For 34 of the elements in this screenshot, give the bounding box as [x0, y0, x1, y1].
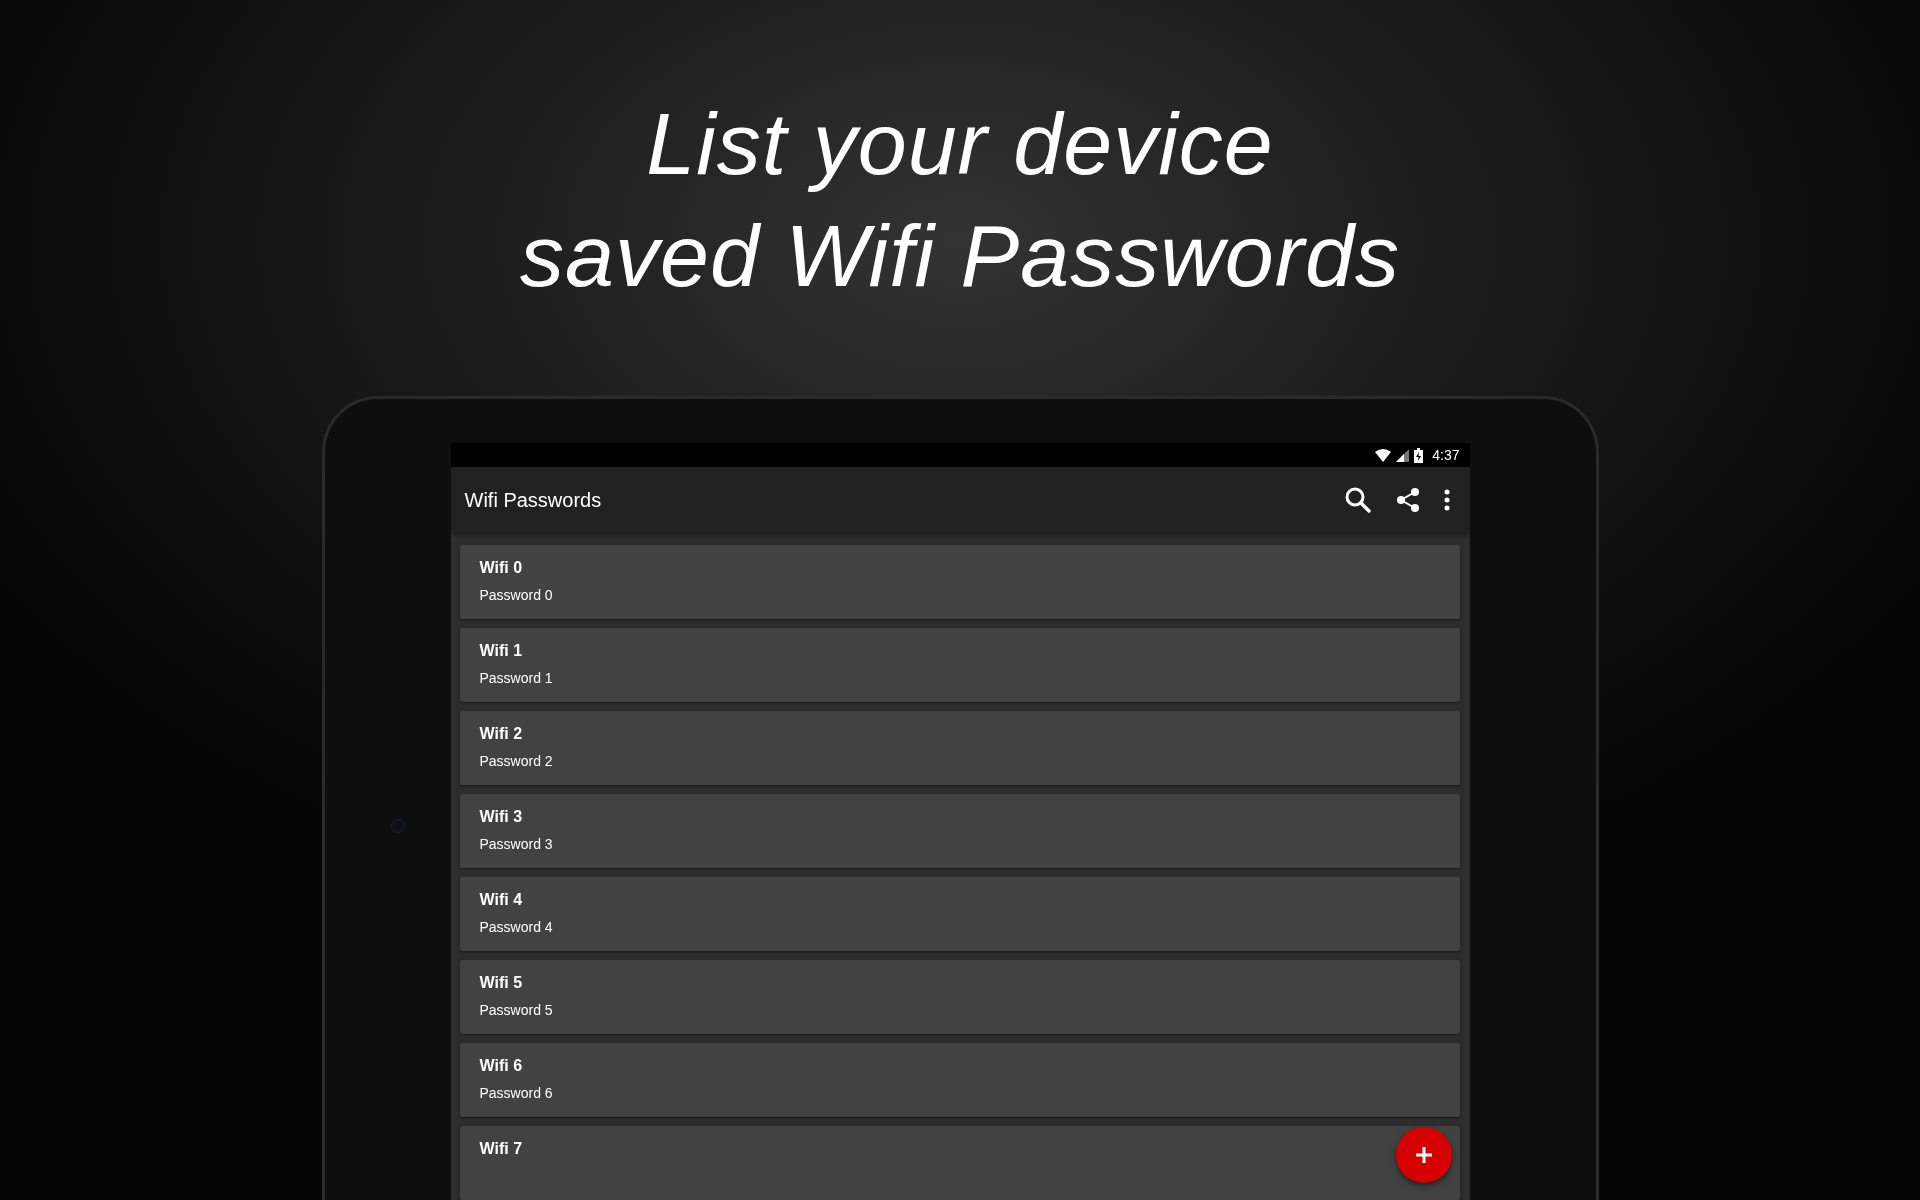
wifi-password: Password 4 — [479, 919, 553, 935]
wifi-name: Wifi 3 — [479, 808, 523, 826]
wifi-name: Wifi 0 — [479, 559, 523, 577]
plus-icon — [1413, 1145, 1434, 1165]
headline: List your device — [646, 93, 1274, 195]
wifi-name: Wifi 7 — [479, 1140, 523, 1158]
wifi-password: Password 1 — [479, 670, 553, 686]
wifi-password: Password 2 — [479, 753, 553, 769]
wifi-card[interactable]: Wifi 5 Password 5 — [459, 960, 1460, 1034]
status-time: 4:37 — [1432, 447, 1460, 463]
wifi-card[interactable]: Wifi 4 Password 4 — [459, 877, 1460, 951]
wifi-card[interactable]: Wifi 2 Password 2 — [459, 711, 1460, 785]
headline: saved Wifi Passwords — [520, 205, 1400, 307]
wifi-card[interactable]: Wifi 1 Password 1 — [459, 628, 1460, 702]
wifi-name: Wifi 4 — [479, 891, 523, 909]
wifi-name: Wifi 2 — [479, 725, 523, 743]
wifi-card[interactable]: Wifi 3 Password 3 — [459, 794, 1460, 868]
battery-icon — [1414, 447, 1424, 463]
wifi-name: Wifi 1 — [479, 642, 523, 660]
wifi-password: Password 0 — [479, 587, 553, 603]
wifi-password: Password 5 — [479, 1002, 553, 1018]
signal-icon — [1396, 448, 1410, 462]
app-title: Wifi Passwords — [464, 488, 603, 512]
wifi-name: Wifi 6 — [479, 1057, 523, 1075]
wifi-card[interactable]: Wifi 0 Password 0 — [459, 545, 1460, 619]
wifi-password: Password 3 — [479, 836, 553, 852]
wifi-card[interactable]: Wifi 7 — [459, 1126, 1460, 1200]
wifi-card[interactable]: Wifi 6 Password 6 — [459, 1043, 1460, 1117]
share-icon — [1395, 487, 1420, 513]
more-icon — [1443, 489, 1450, 511]
search-icon — [1343, 486, 1372, 514]
wifi-icon — [1375, 448, 1392, 462]
wifi-name: Wifi 5 — [479, 974, 523, 992]
wifi-password: Password 6 — [479, 1085, 553, 1101]
